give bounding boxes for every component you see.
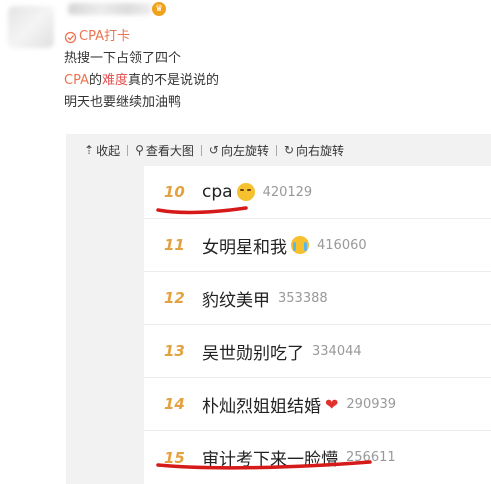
list-item[interactable]: 15 审计考下来一脸懵 256611: [144, 431, 491, 484]
title-text: 豹纹美甲: [202, 290, 270, 311]
divider: [200, 144, 202, 156]
title-text: 审计考下来一脸懵: [202, 450, 338, 470]
list-item-title: 豹纹美甲 353388: [202, 286, 328, 311]
topic-label[interactable]: CPA打卡: [79, 26, 130, 48]
crown-badge-icon: ♛: [152, 2, 166, 16]
title-text: cpa: [202, 182, 233, 202]
rotate-right-icon: ↻: [283, 143, 295, 157]
hot-count: 334044: [312, 343, 362, 359]
topic-icon: [64, 30, 78, 44]
collapse-icon: ⇡: [84, 143, 95, 157]
image-toolbar: ⇡ 收起 ⚲ 查看大图 ↺ 向左旋转 ↻ 向右旋转: [66, 134, 491, 166]
list-item[interactable]: 14 朴灿烈姐姐结婚 ❤ 290939: [144, 378, 491, 431]
hot-search-list: 10 cpa 420129 11 女明星和我 416060 12 豹纹美甲 35338…: [144, 166, 491, 484]
username-blurred[interactable]: [68, 3, 152, 15]
list-item-title: 朴灿烈姐姐结婚 ❤ 290939: [202, 392, 396, 417]
rotate-left-label: 向左旋转: [220, 143, 269, 158]
cry-emoji-icon: [291, 236, 309, 254]
rank-number: 10: [164, 183, 185, 201]
title-text: 女明星和我: [202, 237, 287, 258]
text-de: 的: [88, 73, 102, 88]
title-text: 吴世勋别吃了: [202, 343, 304, 364]
divider: [127, 144, 129, 156]
difficulty-highlight: 难度: [102, 73, 129, 88]
divider: [275, 144, 277, 156]
list-item[interactable]: 10 cpa 420129: [144, 166, 491, 219]
list-item[interactable]: 12 豹纹美甲 353388: [144, 272, 491, 325]
hot-count: 256611: [346, 450, 396, 465]
post-line-3: 明天也要继续加油鸭: [64, 95, 182, 110]
post-body: CPA打卡 热搜一下占领了四个 CPA的难度真的不是说说的 明天也要继续加油鸭: [64, 26, 219, 114]
rotate-right-button[interactable]: ↻ 向右旋转: [284, 142, 344, 159]
rank-number: 15: [164, 448, 185, 467]
list-item-title: 审计考下来一脸懵 256611: [202, 445, 396, 470]
avatar[interactable]: [8, 6, 54, 48]
rotate-left-icon: ↺: [208, 143, 219, 157]
post-line-2: CPA的难度真的不是说说的: [64, 70, 219, 92]
list-item-title: 女明星和我 416060: [202, 233, 367, 258]
rank-number: 14: [164, 395, 185, 413]
cpa-mention: CPA: [64, 73, 89, 88]
list-item-title: cpa 420129: [202, 182, 312, 202]
search-icon: ⚲: [135, 143, 144, 157]
list-item[interactable]: 13 吴世勋别吃了 334044: [144, 325, 491, 378]
post-line-1: 热搜一下占领了四个: [64, 51, 182, 66]
collapse-label: 收起: [96, 143, 121, 158]
view-large-button[interactable]: ⚲ 查看大图: [135, 142, 194, 159]
list-item[interactable]: 11 女明星和我 416060: [144, 219, 491, 272]
list-item-title: 吴世勋别吃了 334044: [202, 339, 362, 364]
rank-number: 11: [164, 236, 185, 254]
hot-count: 353388: [278, 290, 328, 306]
rotate-left-button[interactable]: ↺ 向左旋转: [209, 142, 269, 159]
hot-count: 420129: [262, 184, 313, 200]
collapse-button[interactable]: ⇡ 收起: [84, 142, 120, 159]
view-large-label: 查看大图: [145, 143, 194, 158]
heart-icon: ❤: [325, 394, 339, 414]
topic-link[interactable]: CPA打卡: [64, 26, 219, 48]
title-text: 朴灿烈姐姐结婚: [202, 396, 321, 417]
laugh-emoji-icon: [236, 183, 255, 201]
hot-count: 290939: [346, 396, 397, 412]
text-rest: 真的不是说说的: [128, 73, 220, 88]
rotate-right-label: 向右旋转: [296, 143, 345, 158]
rank-number: 12: [164, 289, 185, 307]
hot-count: 416060: [317, 237, 367, 253]
rank-number: 13: [164, 342, 185, 360]
